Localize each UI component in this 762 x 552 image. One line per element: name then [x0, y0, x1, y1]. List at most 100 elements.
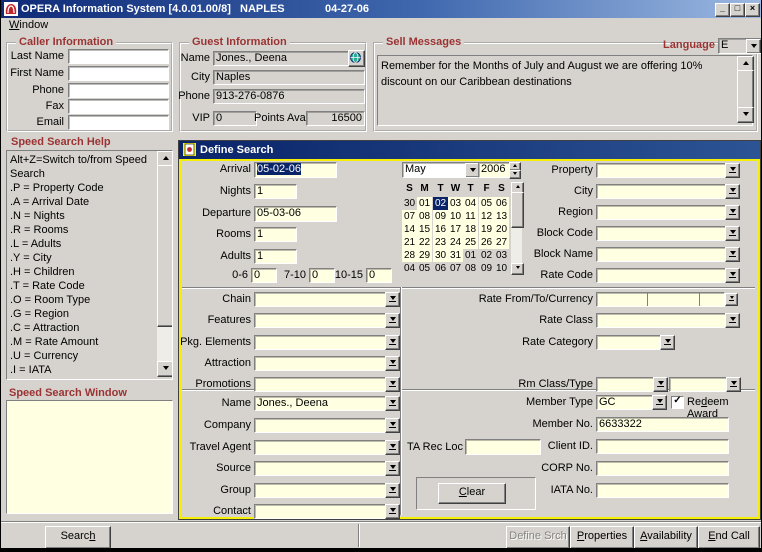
- language-dropdown-button[interactable]: [746, 39, 761, 54]
- member-no-field[interactable]: 6633322: [596, 417, 729, 432]
- rate-currency-lov-button[interactable]: [725, 293, 738, 306]
- list-item[interactable]: .H = Children: [10, 265, 152, 279]
- end-call-button[interactable]: End Call: [698, 526, 760, 549]
- email-field[interactable]: [68, 115, 169, 130]
- block-name-field[interactable]: [596, 247, 729, 262]
- guest-phone-field[interactable]: 913-276-0876: [213, 89, 365, 104]
- corp-no-field[interactable]: [596, 461, 729, 476]
- last-name-field[interactable]: [68, 49, 169, 64]
- rm-type-field[interactable]: [669, 377, 730, 392]
- search-button[interactable]: Search: [45, 526, 111, 549]
- calendar-day[interactable]: 01: [463, 249, 478, 262]
- travel-agent-field[interactable]: [254, 440, 389, 455]
- source-lov-button[interactable]: [385, 461, 400, 476]
- property-lov-button[interactable]: [725, 163, 740, 178]
- company-field[interactable]: [254, 418, 389, 433]
- region-lov-button[interactable]: [725, 205, 740, 220]
- list-item[interactable]: .G = Region: [10, 307, 152, 321]
- rate-code-lov-button[interactable]: [725, 268, 740, 283]
- list-item[interactable]: .N = Nights: [10, 209, 152, 223]
- member-type-lov-button[interactable]: [652, 395, 667, 410]
- features-lov-button[interactable]: [385, 313, 400, 328]
- scrollbar-thumb[interactable]: [157, 165, 173, 327]
- attraction-field[interactable]: [254, 356, 389, 371]
- calendar-day[interactable]: 30: [433, 249, 448, 262]
- calendar-day[interactable]: 25: [463, 236, 478, 249]
- group-lov-button[interactable]: [385, 483, 400, 498]
- adults-field[interactable]: 1: [254, 249, 297, 264]
- departure-field[interactable]: 05-03-06: [254, 206, 337, 222]
- vip-field[interactable]: 0: [213, 111, 257, 126]
- calendar-day[interactable]: 23: [433, 236, 448, 249]
- list-item[interactable]: .T = Rate Code: [10, 279, 152, 293]
- pkg-elements-field[interactable]: [254, 335, 389, 350]
- calendar-month-select[interactable]: May: [402, 162, 481, 178]
- attraction-lov-button[interactable]: [385, 356, 400, 371]
- calendar-day[interactable]: 04: [402, 262, 417, 275]
- calendar-day[interactable]: 05: [417, 262, 432, 275]
- sell-message-scrollbar[interactable]: [737, 56, 752, 123]
- rm-type-lov-button[interactable]: [726, 377, 741, 392]
- features-field[interactable]: [254, 313, 389, 328]
- pkg-elements-lov-button[interactable]: [385, 335, 400, 350]
- fax-field[interactable]: [68, 99, 169, 114]
- calendar-day[interactable]: 10: [448, 210, 463, 223]
- calendar-day[interactable]: 04: [463, 197, 478, 210]
- property-field[interactable]: [596, 163, 729, 178]
- scroll-down-button[interactable]: [157, 361, 173, 377]
- rate-from-to-currency-field[interactable]: [596, 292, 725, 307]
- list-item[interactable]: .Y = City: [10, 251, 152, 265]
- list-item[interactable]: .I = IATA: [10, 363, 152, 377]
- calendar-day[interactable]: 14: [402, 223, 417, 236]
- guest-name-field[interactable]: Jones., Deena: [213, 51, 350, 66]
- list-item[interactable]: .C = Attraction: [10, 321, 152, 335]
- member-type-field[interactable]: GC: [596, 395, 656, 410]
- rooms-field[interactable]: 1: [254, 227, 297, 242]
- promotions-field[interactable]: [254, 377, 389, 392]
- calendar-day[interactable]: 15: [417, 223, 432, 236]
- sell-message-area[interactable]: Remember for the Months of July and Augu…: [377, 55, 753, 126]
- guest-city-field[interactable]: Naples: [213, 70, 365, 85]
- block-code-lov-button[interactable]: [725, 226, 740, 241]
- calendar-day[interactable]: 07: [448, 262, 463, 275]
- region-field[interactable]: [596, 205, 729, 220]
- rate-class-field[interactable]: [596, 313, 729, 328]
- city-lov-button[interactable]: [725, 184, 740, 199]
- arrival-field[interactable]: 05-02-06: [254, 162, 337, 178]
- contact-lov-button[interactable]: [385, 504, 400, 519]
- block-code-field[interactable]: [596, 226, 729, 241]
- client-id-field[interactable]: [596, 439, 729, 454]
- list-item[interactable]: .M = Rate Amount: [10, 335, 152, 349]
- rate-category-lov-button[interactable]: [660, 335, 675, 350]
- speed-help-scrollbar[interactable]: [157, 151, 172, 377]
- calendar-day[interactable]: 28: [402, 249, 417, 262]
- close-button[interactable]: ×: [745, 3, 760, 17]
- list-item[interactable]: Alt+Z=Switch to/from Speed Search: [10, 153, 152, 181]
- calendar-day[interactable]: 31: [448, 249, 463, 262]
- iata-no-field[interactable]: [596, 483, 729, 498]
- list-item[interactable]: .A = Arrival Date: [10, 195, 152, 209]
- availability-button[interactable]: Availability: [634, 526, 698, 549]
- menu-item-window[interactable]: Window: [9, 19, 48, 31]
- list-item[interactable]: .O = Room Type: [10, 293, 152, 307]
- calendar-day[interactable]: 22: [417, 236, 432, 249]
- rate-class-lov-button[interactable]: [725, 313, 740, 328]
- promotions-lov-button[interactable]: [385, 377, 400, 392]
- calendar-day[interactable]: 30: [402, 197, 417, 210]
- caller-phone-field[interactable]: [68, 83, 169, 98]
- clear-button[interactable]: Clear: [438, 483, 506, 504]
- first-name-field[interactable]: [68, 66, 169, 81]
- calendar-day[interactable]: 29: [417, 249, 432, 262]
- minimize-button[interactable]: _: [715, 3, 730, 17]
- calendar-day[interactable]: 16: [433, 223, 448, 236]
- calendar-day[interactable]: 11: [463, 210, 478, 223]
- calendar-day[interactable]: 03: [448, 197, 463, 210]
- block-name-lov-button[interactable]: [725, 247, 740, 262]
- travel-agent-lov-button[interactable]: [385, 440, 400, 455]
- calendar-day[interactable]: 08: [463, 262, 478, 275]
- calendar-day[interactable]: 02: [433, 197, 448, 210]
- list-item[interactable]: .U = Currency: [10, 349, 152, 363]
- calendar-day[interactable]: 17: [448, 223, 463, 236]
- calendar-day[interactable]: 06: [433, 262, 448, 275]
- rm-class-lov-button[interactable]: [653, 377, 668, 392]
